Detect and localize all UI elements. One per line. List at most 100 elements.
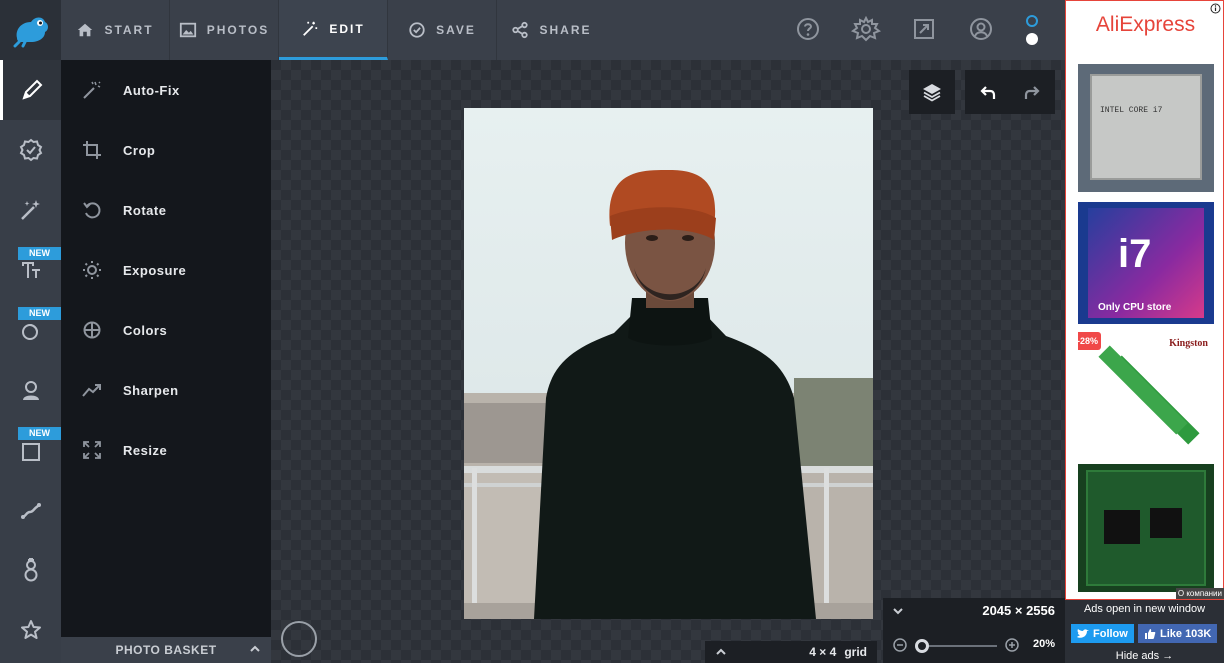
rotate-icon bbox=[83, 202, 101, 219]
ad-info-icon[interactable] bbox=[1210, 3, 1221, 14]
tool-label: Colors bbox=[123, 322, 168, 338]
photo-editor-app: START PHOTOS EDIT SAVE SHARE NEW NEW NEW… bbox=[0, 0, 1224, 663]
page-dot-1[interactable] bbox=[1026, 15, 1038, 27]
tool-auto-fix[interactable]: Auto-Fix bbox=[61, 60, 271, 120]
tab-label: EDIT bbox=[329, 21, 365, 36]
hide-ads-link[interactable]: Hide ads → bbox=[1065, 650, 1224, 662]
page-dot-2[interactable] bbox=[1026, 33, 1038, 45]
tool-rotate[interactable]: Rotate bbox=[61, 180, 271, 240]
redo-icon bbox=[1024, 86, 1040, 99]
settings-button[interactable] bbox=[850, 16, 882, 42]
chevron-down-icon[interactable] bbox=[892, 605, 904, 617]
tab-label: START bbox=[104, 23, 154, 37]
snowman-icon bbox=[24, 558, 37, 582]
app-logo[interactable] bbox=[0, 0, 61, 60]
twitter-follow-button[interactable]: Follow bbox=[1071, 624, 1134, 643]
help-button[interactable] bbox=[795, 16, 821, 42]
tool-resize[interactable]: Resize bbox=[61, 420, 271, 480]
image-dimensions: 2045 × 2556 bbox=[982, 603, 1055, 618]
ram-brand: Kingston bbox=[1169, 338, 1208, 349]
overlay-icon bbox=[21, 324, 38, 340]
rail-favorites[interactable] bbox=[0, 600, 61, 660]
trend-icon bbox=[82, 384, 101, 397]
tab-edit[interactable]: EDIT bbox=[279, 0, 388, 60]
layers-button[interactable] bbox=[909, 70, 955, 114]
frame-icon bbox=[21, 443, 40, 461]
fullscreen-button[interactable] bbox=[911, 16, 937, 42]
box-label: Only CPU store bbox=[1098, 302, 1172, 313]
rail-portrait[interactable] bbox=[0, 360, 61, 420]
tab-share[interactable]: SHARE bbox=[497, 0, 606, 60]
share-icon bbox=[512, 21, 529, 39]
zoom-slider-handle[interactable] bbox=[915, 639, 929, 653]
chevron-up-icon bbox=[716, 648, 726, 655]
tool-label: Resize bbox=[123, 442, 168, 458]
redo-button[interactable] bbox=[1009, 70, 1055, 114]
undo-button[interactable] bbox=[965, 70, 1011, 114]
ads-note: Ads open in new window bbox=[1083, 603, 1206, 615]
gear-icon bbox=[850, 16, 882, 42]
tab-start[interactable]: START bbox=[61, 0, 170, 60]
tab-label: PHOTOS bbox=[206, 23, 270, 37]
tab-photos[interactable]: PHOTOS bbox=[170, 0, 279, 60]
tab-save[interactable]: SAVE bbox=[388, 0, 497, 60]
tool-colors[interactable]: Colors bbox=[61, 300, 271, 360]
photo-basket-label: PHOTO BASKET bbox=[115, 643, 217, 657]
ad-product-ram[interactable]: -28% Kingston bbox=[1078, 332, 1214, 457]
rail-seasonal[interactable] bbox=[0, 540, 61, 600]
ad-brand: AliExpress bbox=[1095, 13, 1196, 36]
ad-product-cpu[interactable]: INTEL CORE i7 bbox=[1078, 64, 1214, 192]
tool-label: Sharpen bbox=[123, 382, 179, 398]
crosshair-icon bbox=[83, 321, 101, 339]
rail-effects[interactable] bbox=[0, 120, 61, 180]
image-icon bbox=[179, 22, 196, 38]
expand-icon bbox=[914, 19, 934, 39]
grid-selector[interactable]: 4 × 4 grid bbox=[705, 641, 877, 663]
grid-value: 4 × 4 bbox=[809, 645, 837, 659]
badge-check-icon bbox=[19, 138, 42, 162]
frog-logo-icon bbox=[13, 17, 48, 48]
ad-product-box[interactable]: i7 Only CPU store bbox=[1078, 202, 1214, 324]
rail-touch-up[interactable] bbox=[0, 180, 61, 240]
tool-exposure[interactable]: Exposure bbox=[61, 240, 271, 300]
ad-product-chip[interactable] bbox=[1078, 464, 1214, 592]
rail-draw[interactable] bbox=[0, 480, 61, 540]
discount-badge: -28% bbox=[1078, 332, 1102, 350]
zoom-out-icon[interactable] bbox=[893, 638, 907, 652]
compare-button[interactable] bbox=[281, 621, 317, 657]
layers-icon bbox=[923, 84, 941, 102]
facebook-like-button[interactable]: Like 103K bbox=[1138, 624, 1218, 643]
tool-crop[interactable]: Crop bbox=[61, 120, 271, 180]
zoom-in-icon[interactable] bbox=[1005, 638, 1019, 652]
tools-panel: Auto-Fix Crop Rotate Exposure Colors Sha… bbox=[61, 60, 271, 663]
brush-stroke-icon bbox=[20, 503, 41, 519]
account-button[interactable] bbox=[968, 16, 994, 42]
zoom-slider-track[interactable] bbox=[919, 645, 997, 647]
new-badge: NEW bbox=[18, 307, 61, 320]
pencil-icon bbox=[22, 79, 43, 100]
star-icon bbox=[20, 620, 41, 639]
undo-icon bbox=[980, 86, 996, 99]
magic-wand-icon bbox=[303, 21, 318, 36]
follow-label: Follow bbox=[1093, 627, 1128, 640]
check-circle-icon bbox=[409, 22, 425, 38]
rail-basic-edits[interactable] bbox=[0, 60, 61, 120]
tool-label: Exposure bbox=[123, 262, 187, 278]
ad-banner[interactable]: AliExpress INTEL CORE i7 i7 Only CPU sto… bbox=[1065, 0, 1224, 600]
tab-label: SAVE bbox=[436, 23, 476, 37]
sparkle-wand-icon bbox=[20, 200, 40, 220]
new-badge: NEW bbox=[18, 427, 61, 440]
help-icon bbox=[797, 18, 819, 40]
ad-footer: О компании Ads open in new window Follow… bbox=[1065, 588, 1224, 663]
about-company-label[interactable]: О компании bbox=[1175, 588, 1224, 599]
tab-label: SHARE bbox=[539, 23, 592, 37]
photo-preview[interactable] bbox=[464, 108, 873, 619]
sun-icon bbox=[83, 261, 101, 279]
top-bar: START PHOTOS EDIT SAVE SHARE bbox=[0, 0, 1065, 60]
thumbs-up-icon bbox=[1145, 628, 1156, 639]
tool-sharpen[interactable]: Sharpen bbox=[61, 360, 271, 420]
photo-basket-toggle[interactable]: PHOTO BASKET bbox=[61, 637, 271, 663]
tool-label: Auto-Fix bbox=[123, 82, 180, 98]
portrait-photo bbox=[464, 169, 873, 619]
auto-fix-icon bbox=[83, 81, 101, 99]
